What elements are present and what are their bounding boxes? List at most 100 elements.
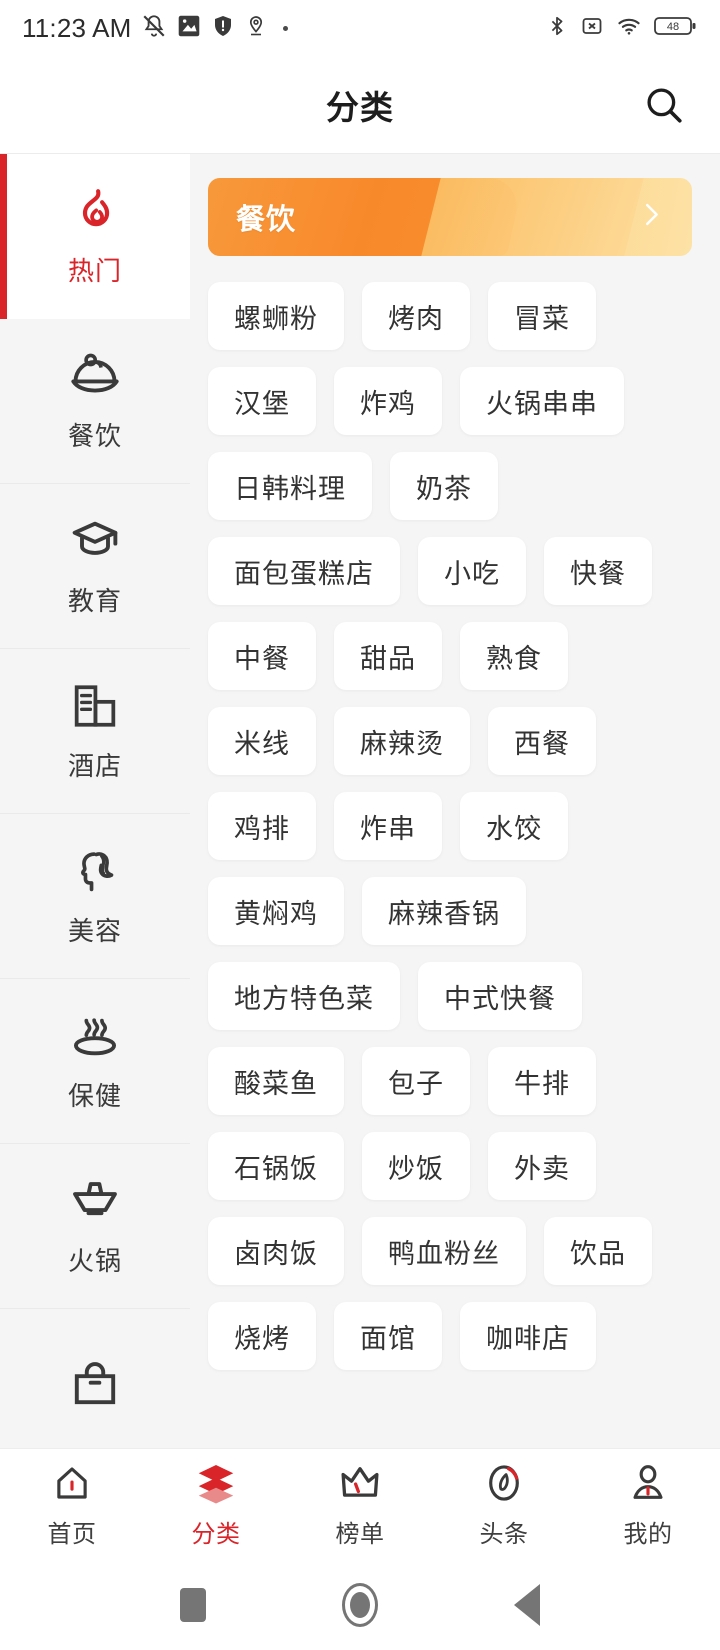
category-tag[interactable]: 黄焖鸡 bbox=[208, 877, 344, 945]
compass-icon bbox=[483, 1460, 525, 1506]
hot-spring-icon bbox=[69, 1010, 121, 1062]
category-tag[interactable]: 水饺 bbox=[460, 792, 568, 860]
recents-square-icon[interactable] bbox=[163, 1575, 223, 1635]
category-tag[interactable]: 鸡排 bbox=[208, 792, 316, 860]
banner-title: 餐饮 bbox=[236, 204, 297, 236]
category-tag[interactable]: 麻辣香锅 bbox=[362, 877, 526, 945]
category-tag[interactable]: 烧烤 bbox=[208, 1302, 316, 1370]
person-icon bbox=[627, 1460, 669, 1506]
category-tag[interactable]: 米线 bbox=[208, 707, 316, 775]
chevron-right-icon[interactable] bbox=[636, 200, 666, 235]
sidebar-item-hot[interactable]: 热门 bbox=[0, 154, 190, 319]
sidebar-item-shopping[interactable] bbox=[0, 1309, 190, 1448]
tab-label: 首页 bbox=[47, 1521, 97, 1548]
status-time: 11:23 AM bbox=[22, 12, 132, 43]
hotel-building-icon bbox=[69, 680, 121, 732]
banner-shape-secondary bbox=[420, 178, 644, 256]
category-banner[interactable]: 餐饮 bbox=[208, 178, 692, 256]
tab-category[interactable]: 分类 bbox=[144, 1460, 288, 1549]
sidebar-item-label: 餐饮 bbox=[67, 420, 122, 451]
food-cloche-icon bbox=[69, 350, 121, 402]
beauty-face-icon bbox=[69, 845, 121, 897]
flame-icon bbox=[69, 185, 121, 237]
category-tag[interactable]: 炒饭 bbox=[362, 1132, 470, 1200]
category-tag[interactable]: 日韩料理 bbox=[208, 452, 372, 520]
back-triangle-icon[interactable] bbox=[497, 1575, 557, 1635]
android-navigation-bar[interactable] bbox=[0, 1560, 720, 1650]
category-tag[interactable]: 甜品 bbox=[334, 622, 442, 690]
category-tag[interactable]: 中餐 bbox=[208, 622, 316, 690]
status-bar: 11:23 AM 48 bbox=[0, 0, 720, 56]
category-tag[interactable]: 面馆 bbox=[334, 1302, 442, 1370]
tab-home[interactable]: 首页 bbox=[0, 1460, 144, 1549]
tab-headlines[interactable]: 头条 bbox=[432, 1460, 576, 1549]
sidebar-item-label: 火锅 bbox=[67, 1245, 122, 1276]
category-tag[interactable]: 鸭血粉丝 bbox=[362, 1217, 526, 1285]
category-tag[interactable]: 外卖 bbox=[488, 1132, 596, 1200]
category-tag[interactable]: 卤肉饭 bbox=[208, 1217, 344, 1285]
sidebar-item-education[interactable]: 教育 bbox=[0, 484, 190, 649]
category-tag[interactable]: 火锅串串 bbox=[460, 367, 624, 435]
category-tag[interactable]: 炸串 bbox=[334, 792, 442, 860]
category-tag[interactable]: 熟食 bbox=[460, 622, 568, 690]
sidebar-item-label: 美容 bbox=[67, 915, 122, 946]
category-sidebar[interactable]: 热门 餐饮 教育 酒店 美容 保健 火锅 bbox=[0, 154, 190, 1448]
category-content[interactable]: 餐饮 螺蛳粉 烤肉 冒菜 汉堡 炸鸡 火锅串串 日韩料理 奶茶 面包蛋糕店 小吃… bbox=[190, 154, 720, 1448]
battery-level: 48 bbox=[667, 21, 679, 33]
tab-profile[interactable]: 我的 bbox=[576, 1460, 720, 1549]
sidebar-item-label: 热门 bbox=[67, 256, 122, 286]
category-tag[interactable]: 烤肉 bbox=[362, 282, 470, 350]
phone-screen: 11:23 AM 48 分类 热门 餐饮 教育 酒店 美容 保健 火锅 餐饮 螺… bbox=[0, 0, 720, 1650]
category-tag-grid[interactable]: 螺蛳粉 烤肉 冒菜 汉堡 炸鸡 火锅串串 日韩料理 奶茶 面包蛋糕店 小吃 快餐… bbox=[208, 256, 692, 1370]
tab-label: 头条 bbox=[479, 1521, 529, 1548]
category-tag[interactable]: 地方特色菜 bbox=[208, 962, 400, 1030]
category-tag[interactable]: 冒菜 bbox=[488, 282, 596, 350]
page-title: 分类 bbox=[326, 88, 394, 126]
sidebar-item-hotel[interactable]: 酒店 bbox=[0, 649, 190, 814]
category-tag[interactable]: 汉堡 bbox=[208, 367, 316, 435]
tab-ranking[interactable]: 榜单 bbox=[288, 1460, 432, 1549]
category-tag[interactable]: 包子 bbox=[362, 1047, 470, 1115]
wifi-icon bbox=[616, 14, 642, 43]
sidebar-item-label: 保健 bbox=[67, 1080, 122, 1111]
category-tag[interactable]: 快餐 bbox=[544, 537, 652, 605]
category-tag[interactable]: 奶茶 bbox=[390, 452, 498, 520]
app-header: 分类 bbox=[0, 56, 720, 154]
category-tag[interactable]: 饮品 bbox=[544, 1217, 652, 1285]
category-tag[interactable]: 中式快餐 bbox=[418, 962, 582, 1030]
sim-off-icon bbox=[580, 14, 604, 43]
category-tag[interactable]: 牛排 bbox=[488, 1047, 596, 1115]
status-bar-left: 11:23 AM bbox=[22, 13, 288, 44]
category-tag[interactable]: 西餐 bbox=[488, 707, 596, 775]
content-area: 热门 餐饮 教育 酒店 美容 保健 火锅 餐饮 螺蛳粉 烤肉 冒菜 汉堡 炸鸡 … bbox=[0, 154, 720, 1448]
sidebar-item-healthcare[interactable]: 保健 bbox=[0, 979, 190, 1144]
tab-label: 分类 bbox=[191, 1521, 241, 1548]
sidebar-item-label: 酒店 bbox=[67, 750, 122, 781]
category-tag[interactable]: 麻辣烫 bbox=[334, 707, 470, 775]
sidebar-item-dining[interactable]: 餐饮 bbox=[0, 319, 190, 484]
bluetooth-icon bbox=[546, 14, 568, 43]
sidebar-item-label: 教育 bbox=[67, 585, 122, 616]
crown-icon bbox=[338, 1460, 382, 1506]
category-tag[interactable]: 螺蛳粉 bbox=[208, 282, 344, 350]
search-icon[interactable] bbox=[638, 79, 690, 131]
graduation-cap-icon bbox=[69, 515, 121, 567]
bottom-tab-bar[interactable]: 首页 分类 榜单 头条 我的 bbox=[0, 1448, 720, 1560]
sidebar-item-hotpot[interactable]: 火锅 bbox=[0, 1144, 190, 1309]
tab-label: 我的 bbox=[623, 1521, 673, 1548]
category-tag[interactable]: 小吃 bbox=[418, 537, 526, 605]
category-tag[interactable]: 石锅饭 bbox=[208, 1132, 344, 1200]
battery-icon: 48 bbox=[654, 14, 698, 43]
category-tag[interactable]: 酸菜鱼 bbox=[208, 1047, 344, 1115]
more-dot-icon bbox=[282, 25, 288, 31]
category-tag[interactable]: 咖啡店 bbox=[460, 1302, 596, 1370]
hotpot-icon bbox=[69, 1175, 121, 1227]
home-circle-icon[interactable] bbox=[330, 1575, 390, 1635]
photo-sync-icon bbox=[176, 13, 202, 44]
category-tag[interactable]: 面包蛋糕店 bbox=[208, 537, 400, 605]
shield-icon bbox=[211, 14, 235, 43]
sidebar-item-beauty[interactable]: 美容 bbox=[0, 814, 190, 979]
category-tag[interactable]: 炸鸡 bbox=[334, 367, 442, 435]
tab-label: 榜单 bbox=[335, 1521, 385, 1548]
status-bar-right: 48 bbox=[546, 14, 698, 43]
